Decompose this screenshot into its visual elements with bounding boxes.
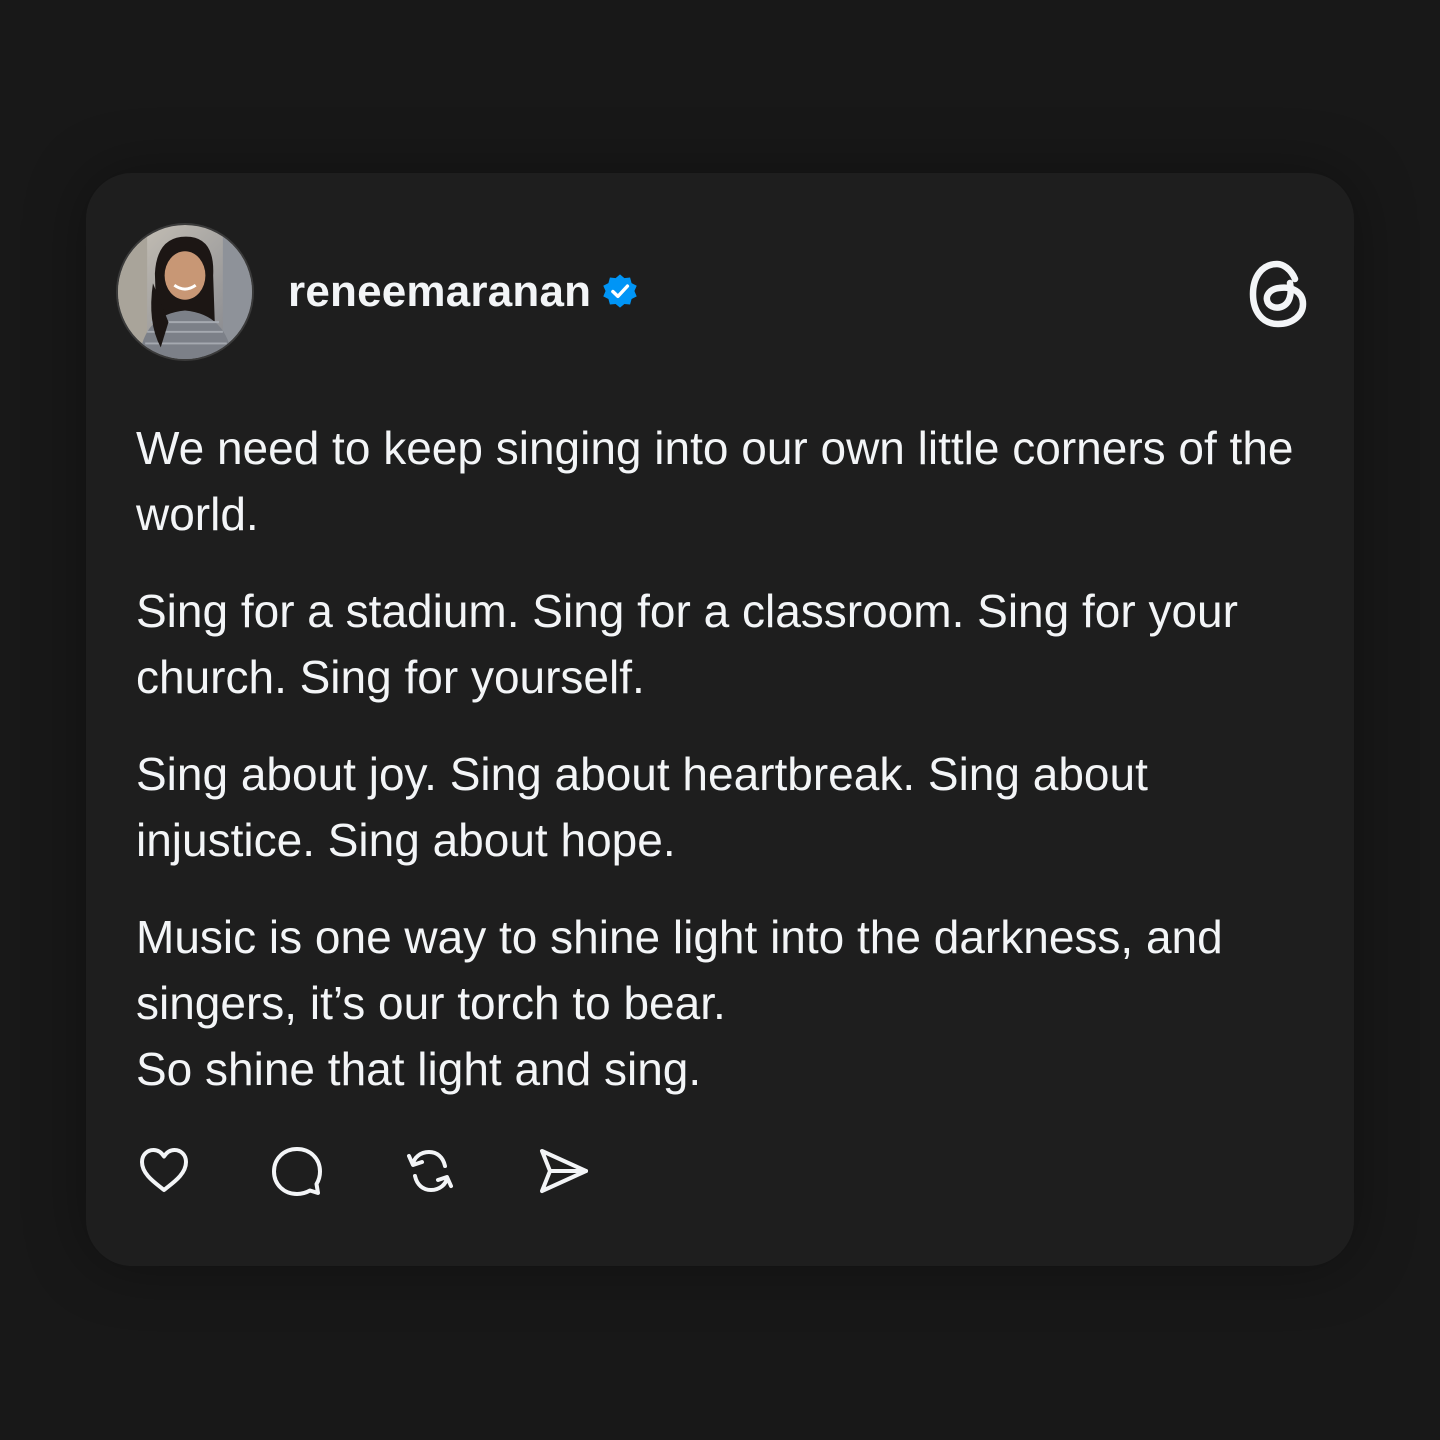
post-paragraph: Sing for a stadium. Sing for a classroom… — [136, 585, 1238, 703]
post-actions — [134, 1141, 666, 1201]
share-icon — [540, 1149, 588, 1193]
post-paragraph: Sing about joy. Sing about heartbreak. S… — [136, 748, 1148, 866]
repost-button[interactable] — [400, 1141, 460, 1201]
like-button[interactable] — [134, 1141, 194, 1201]
heart-icon — [140, 1148, 188, 1192]
username[interactable]: reneemaranan — [288, 267, 591, 317]
avatar[interactable] — [116, 223, 254, 361]
repost-icon — [407, 1149, 453, 1193]
share-button[interactable] — [533, 1141, 593, 1201]
comment-button[interactable] — [267, 1141, 327, 1201]
threads-logo-icon[interactable] — [1248, 259, 1310, 329]
post-paragraph: So shine that light and sing. — [136, 1043, 702, 1095]
author-row: reneemaranan — [288, 267, 639, 317]
post-paragraph: Music is one way to shine light into the… — [136, 911, 1223, 1029]
post-paragraph: We need to keep singing into our own lit… — [136, 422, 1294, 540]
post-card: reneemaranan We need to keep singing int… — [86, 173, 1354, 1266]
comment-icon — [272, 1147, 322, 1196]
post-text: We need to keep singing into our own lit… — [136, 415, 1316, 1102]
verified-badge-icon — [601, 273, 639, 311]
profile-photo — [118, 225, 252, 359]
